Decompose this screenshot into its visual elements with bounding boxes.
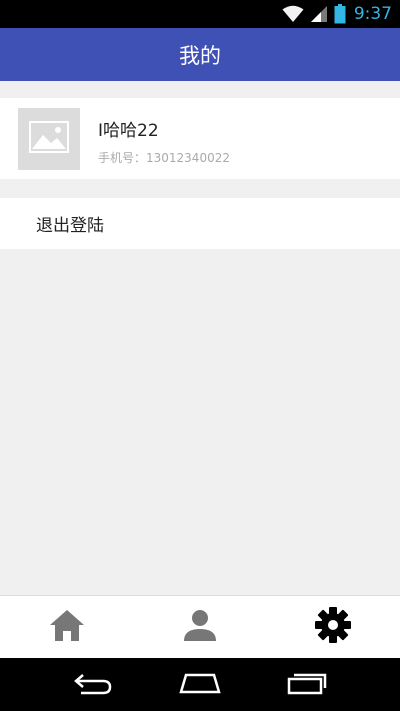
status-time: 9:37: [353, 4, 392, 24]
username: I哈哈22: [98, 121, 159, 141]
back-icon: [73, 671, 113, 699]
home-icon: [48, 608, 86, 646]
avatar[interactable]: [18, 108, 80, 170]
wifi-icon: [282, 5, 304, 23]
profile-info: I哈哈22 手机号：13012340022: [98, 116, 230, 166]
phone-number: 手机号：13012340022: [98, 151, 230, 165]
page-title: 我的: [179, 43, 221, 68]
battery-icon: [334, 4, 346, 24]
home-outline-icon: [179, 672, 221, 698]
system-nav-bar: [0, 658, 400, 711]
system-back-button[interactable]: [63, 665, 123, 705]
bottom-nav: [0, 595, 400, 658]
tab-profile[interactable]: [133, 596, 266, 658]
logout-button[interactable]: 退出登陆: [0, 198, 400, 249]
signal-icon: [310, 5, 328, 23]
profile-card[interactable]: I哈哈22 手机号：13012340022: [0, 98, 400, 179]
system-home-button[interactable]: [170, 665, 230, 705]
person-icon: [183, 608, 217, 646]
status-bar: 9:37: [0, 0, 400, 28]
tab-home[interactable]: [0, 596, 133, 658]
app-bar: 我的: [0, 28, 400, 81]
system-recents-button[interactable]: [277, 665, 337, 705]
gear-icon: [314, 606, 352, 648]
logout-label: 退出登陆: [36, 216, 104, 236]
recents-icon: [287, 671, 327, 699]
tab-settings[interactable]: [267, 596, 400, 658]
image-placeholder-icon: [29, 121, 69, 157]
